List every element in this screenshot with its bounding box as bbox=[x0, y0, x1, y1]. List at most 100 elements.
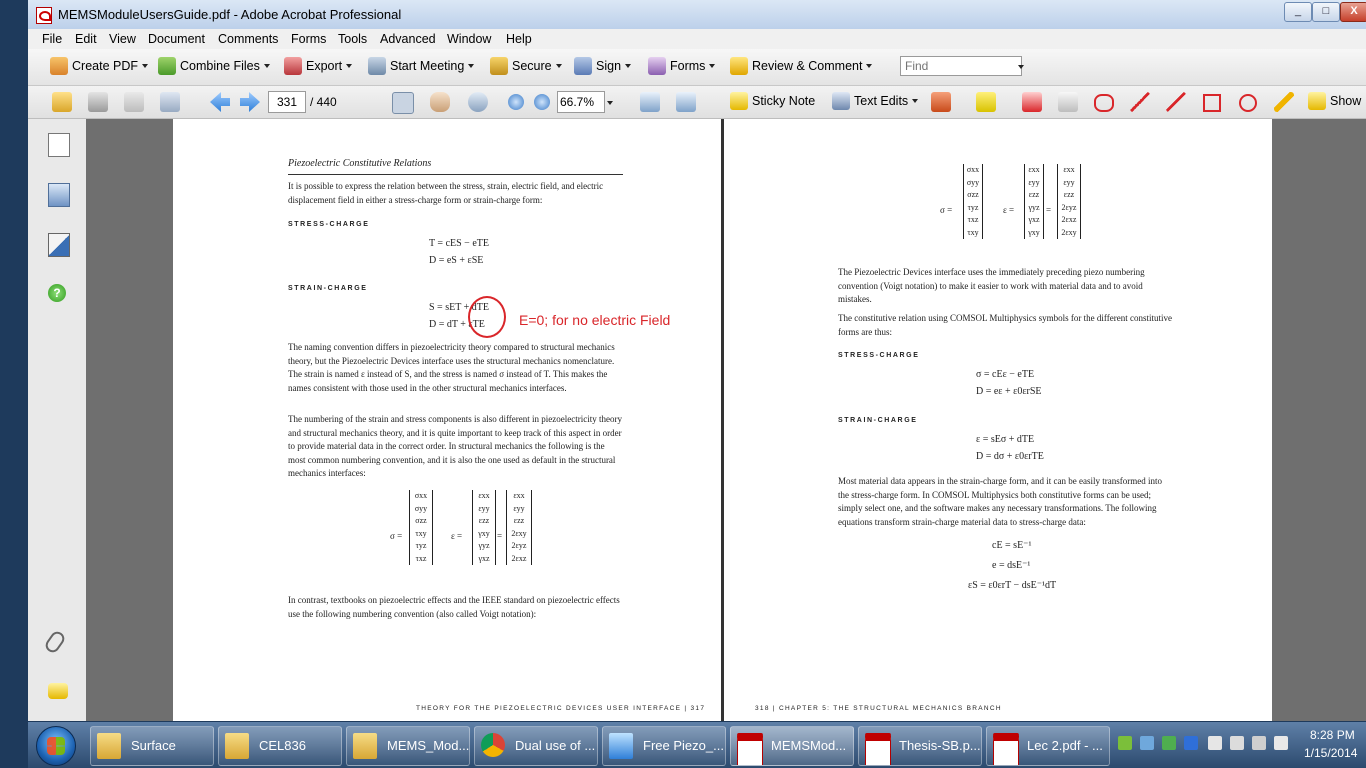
secure-button[interactable]: Secure bbox=[490, 57, 562, 77]
hand-tool-icon[interactable] bbox=[430, 92, 450, 112]
sticky-note-button[interactable]: Sticky Note bbox=[730, 92, 815, 112]
review-comment-button[interactable]: Review & Comment bbox=[730, 57, 873, 77]
menu-window[interactable]: Window bbox=[447, 32, 491, 46]
taskbar-item-label: Dual use of ... bbox=[515, 738, 596, 753]
line-tool-icon[interactable] bbox=[1166, 92, 1186, 112]
highlight-text-icon[interactable] bbox=[976, 92, 996, 112]
fit-width-icon[interactable] bbox=[640, 92, 660, 112]
start-meeting-button[interactable]: Start Meeting bbox=[368, 57, 475, 77]
callout-icon[interactable] bbox=[1022, 92, 1042, 112]
secure-label: Secure bbox=[512, 59, 552, 73]
save-icon[interactable] bbox=[124, 92, 144, 112]
matrix-cell: τyz bbox=[967, 202, 979, 212]
tray-sync-icon[interactable] bbox=[1162, 736, 1176, 750]
taskbar-item-lec2-pdf[interactable]: Lec 2.pdf - ... bbox=[986, 726, 1110, 766]
pages-icon[interactable] bbox=[48, 133, 70, 157]
taskbar-item-mems-mod-folder[interactable]: MEMS_Mod... bbox=[346, 726, 470, 766]
previous-page-icon[interactable] bbox=[210, 92, 230, 112]
print-icon[interactable] bbox=[88, 92, 108, 112]
tray-flag-icon[interactable] bbox=[1208, 736, 1222, 750]
next-page-icon[interactable] bbox=[240, 92, 260, 112]
tray-app-icon[interactable] bbox=[1140, 736, 1154, 750]
clock-time[interactable]: 8:28 PM bbox=[1310, 728, 1355, 742]
taskbar-item-free-piezo[interactable]: Free Piezo_... bbox=[602, 726, 726, 766]
taskbar-item-cel836[interactable]: CEL836 bbox=[218, 726, 342, 766]
text-edits-button[interactable]: Text Edits bbox=[832, 92, 919, 112]
zoom-chevron-down-icon[interactable] bbox=[607, 101, 613, 105]
menu-file[interactable]: File bbox=[42, 32, 62, 46]
equation-strain-2: D = dσ + ε0εrTE bbox=[976, 451, 1044, 462]
equation-transform-1: cE = sE⁻¹ bbox=[992, 540, 1032, 551]
zoom-level-input[interactable] bbox=[557, 91, 605, 113]
pencil-tool-icon[interactable] bbox=[1274, 92, 1294, 112]
menu-advanced[interactable]: Advanced bbox=[380, 32, 436, 46]
page-number-input[interactable] bbox=[268, 91, 306, 113]
start-button[interactable] bbox=[36, 726, 76, 766]
signatures-icon[interactable] bbox=[48, 233, 70, 257]
forms-button[interactable]: Forms bbox=[648, 57, 716, 77]
stamp-icon[interactable] bbox=[931, 92, 951, 112]
tasks-toolbar: Create PDF Combine Files Export Start Me… bbox=[28, 49, 1366, 86]
acrobat-app-icon[interactable] bbox=[36, 7, 52, 24]
cloud-shape-icon[interactable] bbox=[1094, 94, 1114, 112]
oval-tool-icon[interactable] bbox=[1239, 94, 1257, 112]
zoom-in-icon[interactable] bbox=[534, 94, 550, 110]
menu-comments[interactable]: Comments bbox=[218, 32, 278, 46]
taskbar-item-thesis-pdf[interactable]: Thesis-SB.p... bbox=[858, 726, 982, 766]
voigt-engineering-strain-matrix: εxx εyy εzz 2εyz 2εxz 2εxy bbox=[1057, 164, 1081, 239]
comments-icon[interactable] bbox=[48, 683, 68, 699]
clock-date[interactable]: 1/15/2014 bbox=[1304, 746, 1357, 760]
fit-page-icon[interactable] bbox=[676, 92, 696, 112]
tray-bluetooth-icon[interactable] bbox=[1184, 736, 1198, 750]
show-button[interactable]: Show bbox=[1308, 92, 1361, 112]
matrix-cell: εxx bbox=[513, 491, 525, 500]
equation-transform-3: εS = ε0εrT − dsE⁻¹dT bbox=[968, 580, 1057, 591]
strain-charge-heading: STRAIN-CHARGE bbox=[838, 417, 918, 424]
menu-forms[interactable]: Forms bbox=[291, 32, 326, 46]
annotation-circle[interactable] bbox=[468, 296, 506, 338]
tray-network-icon[interactable] bbox=[1118, 736, 1132, 750]
menu-tools[interactable]: Tools bbox=[338, 32, 367, 46]
export-button[interactable]: Export bbox=[284, 57, 353, 77]
matrix-cell: τyz bbox=[415, 541, 427, 550]
menu-help[interactable]: Help bbox=[506, 32, 532, 46]
find-input[interactable] bbox=[900, 56, 1022, 76]
create-pdf-button[interactable]: Create PDF bbox=[50, 57, 148, 77]
taskbar-item-mems-pdf[interactable]: MEMSMod... bbox=[730, 726, 854, 766]
pdf-page-318: σ = σxx σyy σzz τyz τxz τxy ε = εxx εyy εzz γyz γ… bbox=[724, 119, 1272, 721]
combine-files-button[interactable]: Combine Files bbox=[158, 57, 270, 77]
sign-button[interactable]: Sign bbox=[574, 57, 632, 77]
taskbar-item-chrome[interactable]: Dual use of ... bbox=[474, 726, 598, 766]
comsol-relations-paragraph: The constitutive relation using COMSOL M… bbox=[838, 313, 1172, 337]
zoom-out-icon[interactable] bbox=[508, 94, 524, 110]
document-view[interactable]: Piezoelectric Constitutive Relations It … bbox=[86, 119, 1366, 721]
menu-document[interactable]: Document bbox=[148, 32, 205, 46]
chevron-down-icon bbox=[866, 64, 873, 68]
email-icon[interactable] bbox=[160, 92, 180, 112]
attachments-paperclip-icon[interactable] bbox=[42, 628, 68, 656]
help-icon[interactable]: ? bbox=[48, 284, 66, 302]
open-folder-icon[interactable] bbox=[52, 92, 72, 112]
menu-edit[interactable]: Edit bbox=[75, 32, 97, 46]
close-button[interactable]: X bbox=[1340, 2, 1366, 22]
tray-battery-icon[interactable] bbox=[1230, 736, 1244, 750]
matrix-cell: 2εxy bbox=[1061, 227, 1077, 237]
select-cursor-icon[interactable] bbox=[392, 92, 414, 114]
minimize-button[interactable]: _ bbox=[1284, 2, 1312, 22]
menu-view[interactable]: View bbox=[109, 32, 136, 46]
find-options-chevron-icon[interactable] bbox=[1018, 65, 1024, 69]
taskbar-item-surface[interactable]: Surface bbox=[90, 726, 214, 766]
maximize-button[interactable]: □ bbox=[1312, 2, 1340, 22]
page-footer: 318 | CHAPTER 5: THE STRUCTURAL MECHANIC… bbox=[755, 705, 1002, 712]
rectangle-tool-icon[interactable] bbox=[1203, 94, 1221, 112]
annotation-text[interactable]: E=0; for no electric Field bbox=[519, 312, 670, 328]
arrow-tool-icon[interactable] bbox=[1130, 92, 1150, 112]
matrix-cell: σxx bbox=[414, 491, 428, 500]
zoom-tool-icon[interactable] bbox=[468, 92, 488, 112]
bookmarks-icon[interactable] bbox=[48, 183, 70, 207]
tray-volume-icon[interactable] bbox=[1274, 736, 1288, 750]
tray-display-icon[interactable] bbox=[1252, 736, 1266, 750]
matrix-cell: σxx bbox=[966, 165, 980, 174]
chevron-down-icon bbox=[555, 64, 562, 68]
text-box-icon[interactable] bbox=[1058, 92, 1078, 112]
